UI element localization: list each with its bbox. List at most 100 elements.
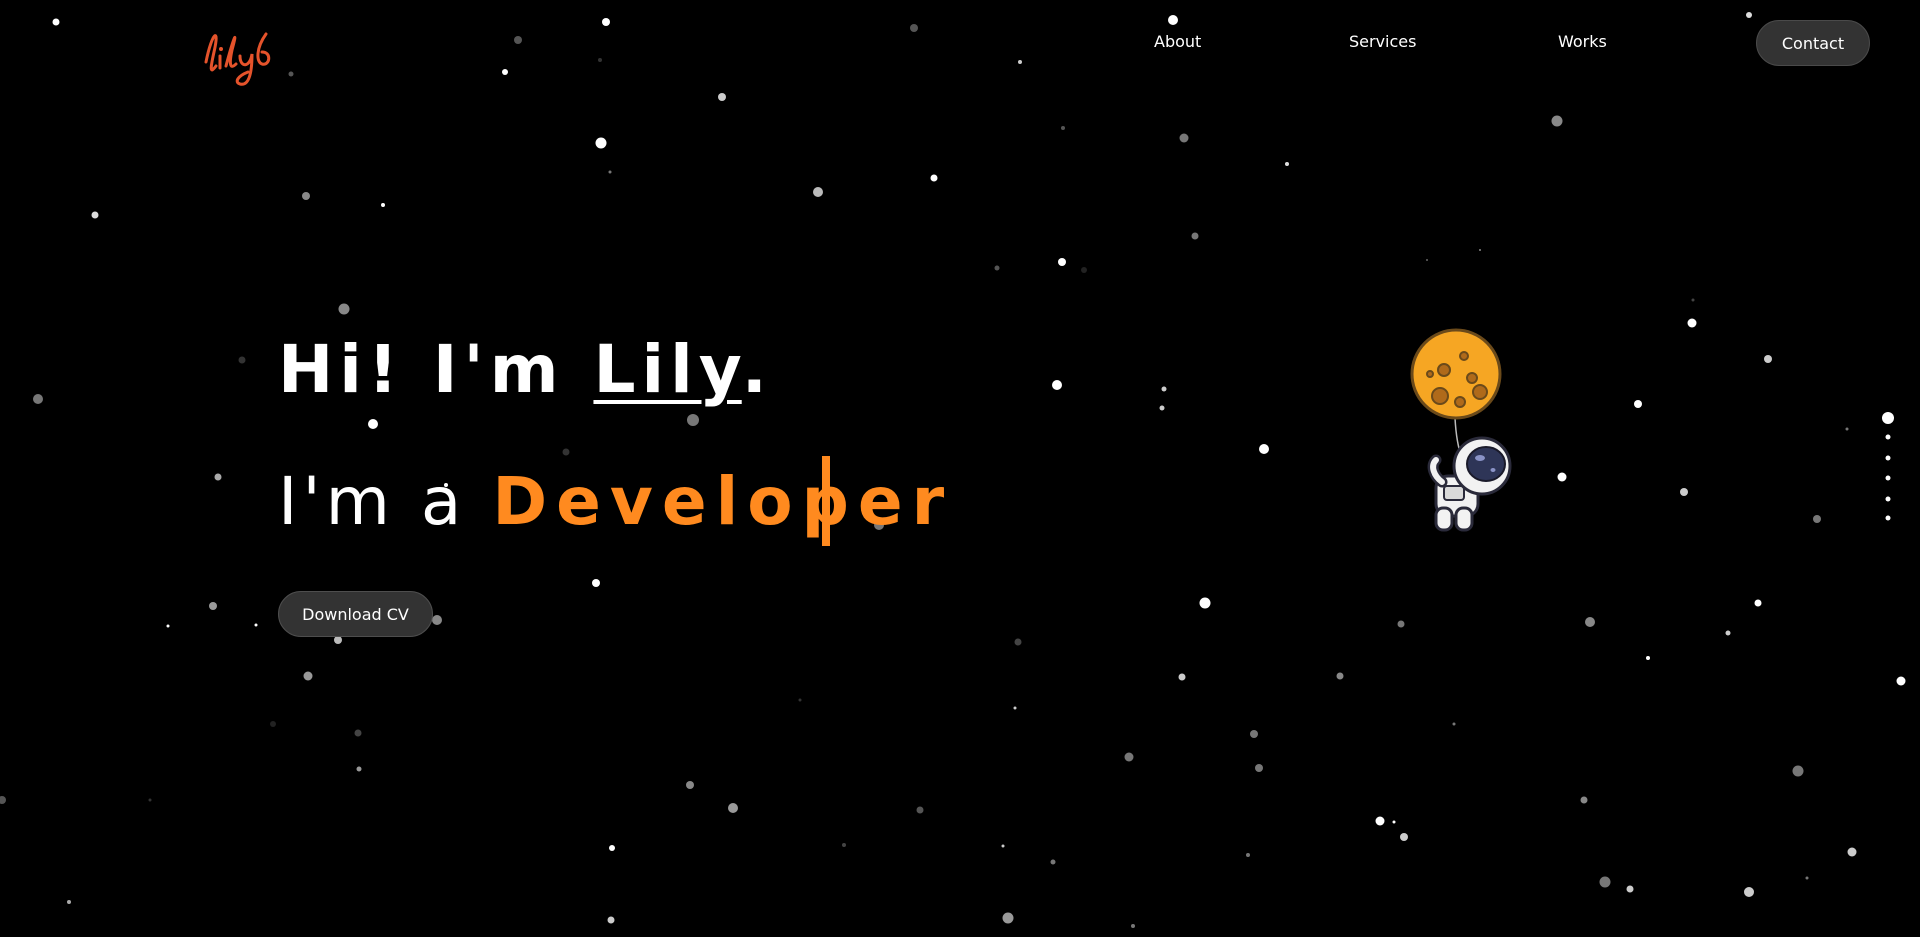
star: [1580, 796, 1588, 804]
star: [686, 781, 694, 789]
star: [238, 356, 246, 364]
star: [1805, 876, 1809, 880]
star: [842, 843, 846, 847]
star: [687, 414, 699, 426]
star: [1285, 162, 1289, 166]
star: [1557, 472, 1567, 482]
star: [1392, 820, 1396, 824]
star: [1081, 267, 1087, 273]
star: [718, 93, 726, 101]
star: [1161, 386, 1167, 392]
contact-button[interactable]: Contact: [1756, 20, 1870, 66]
star: [302, 192, 310, 200]
star: [608, 170, 612, 174]
star: [209, 602, 217, 610]
star: [1052, 380, 1062, 390]
star: [148, 798, 152, 802]
star: [1050, 859, 1056, 865]
side-dots-icon[interactable]: [1880, 410, 1896, 526]
star: [1179, 133, 1189, 143]
star: [609, 845, 615, 851]
star: [1426, 259, 1428, 261]
star: [214, 473, 222, 481]
star: [1131, 924, 1135, 928]
star: [728, 803, 738, 813]
greeting-prefix: Hi! I'm: [278, 331, 594, 408]
star: [1246, 853, 1250, 857]
star: [1001, 844, 1005, 848]
star: [368, 419, 378, 429]
star: [1744, 887, 1754, 897]
star: [562, 448, 570, 456]
star: [166, 624, 170, 628]
star: [607, 916, 615, 924]
star: [1397, 620, 1405, 628]
star: [595, 137, 607, 149]
star: [1400, 833, 1408, 841]
star: [1646, 656, 1650, 660]
typing-cursor: [822, 456, 830, 546]
star: [338, 303, 350, 315]
star: [994, 265, 1000, 271]
star: [1847, 847, 1857, 857]
star: [1255, 764, 1263, 772]
star: [1336, 672, 1344, 680]
star: [270, 721, 276, 727]
star: [1754, 599, 1762, 607]
star: [1124, 752, 1134, 762]
star: [334, 636, 342, 644]
star: [798, 698, 802, 702]
star: [1002, 912, 1014, 924]
star: [1691, 298, 1695, 302]
star: [1199, 597, 1211, 609]
star: [1191, 232, 1199, 240]
astronaut-balloon-icon: [1410, 328, 1512, 532]
hero-name: Lily: [593, 331, 742, 408]
star: [432, 615, 442, 625]
star: [1061, 126, 1065, 130]
download-cv-button[interactable]: Download CV: [278, 591, 433, 637]
star: [1585, 617, 1595, 627]
star: [1626, 885, 1634, 893]
typed-role: Developer: [492, 463, 954, 540]
star: [1479, 249, 1481, 251]
nav-link-about[interactable]: About: [1154, 32, 1201, 51]
star: [1014, 638, 1022, 646]
star: [1792, 765, 1804, 777]
greeting-suffix: .: [741, 331, 773, 408]
star: [813, 187, 823, 197]
star: [1375, 816, 1385, 826]
star: [354, 729, 362, 737]
star: [1599, 876, 1611, 888]
star: [356, 766, 362, 772]
star: [1687, 318, 1697, 328]
star: [33, 394, 43, 404]
hero-greeting: Hi! I'm Lily.: [278, 330, 773, 410]
role-prefix: I'm a: [278, 463, 493, 540]
nav-link-works[interactable]: Works: [1558, 32, 1607, 51]
hero-page: About Services Works Contact Hi! I'm Lil…: [0, 0, 1920, 937]
star: [1725, 630, 1731, 636]
star: [254, 623, 258, 627]
star: [1680, 488, 1688, 496]
star: [0, 796, 6, 804]
star: [1551, 115, 1563, 127]
star: [1813, 515, 1821, 523]
star: [930, 174, 938, 182]
star: [592, 579, 600, 587]
star: [67, 900, 71, 904]
star: [1178, 673, 1186, 681]
star: [1764, 355, 1772, 363]
star: [1634, 400, 1642, 408]
star: [1250, 730, 1258, 738]
star: [91, 211, 99, 219]
star: [1845, 427, 1849, 431]
star: [1259, 444, 1269, 454]
star: [381, 203, 385, 207]
star: [1058, 258, 1066, 266]
top-navigation: About Services Works Contact: [0, 0, 1920, 90]
star: [303, 671, 313, 681]
star: [1896, 676, 1906, 686]
nav-link-services[interactable]: Services: [1349, 32, 1416, 51]
hero-role-line: I'm a Developer: [278, 462, 953, 542]
